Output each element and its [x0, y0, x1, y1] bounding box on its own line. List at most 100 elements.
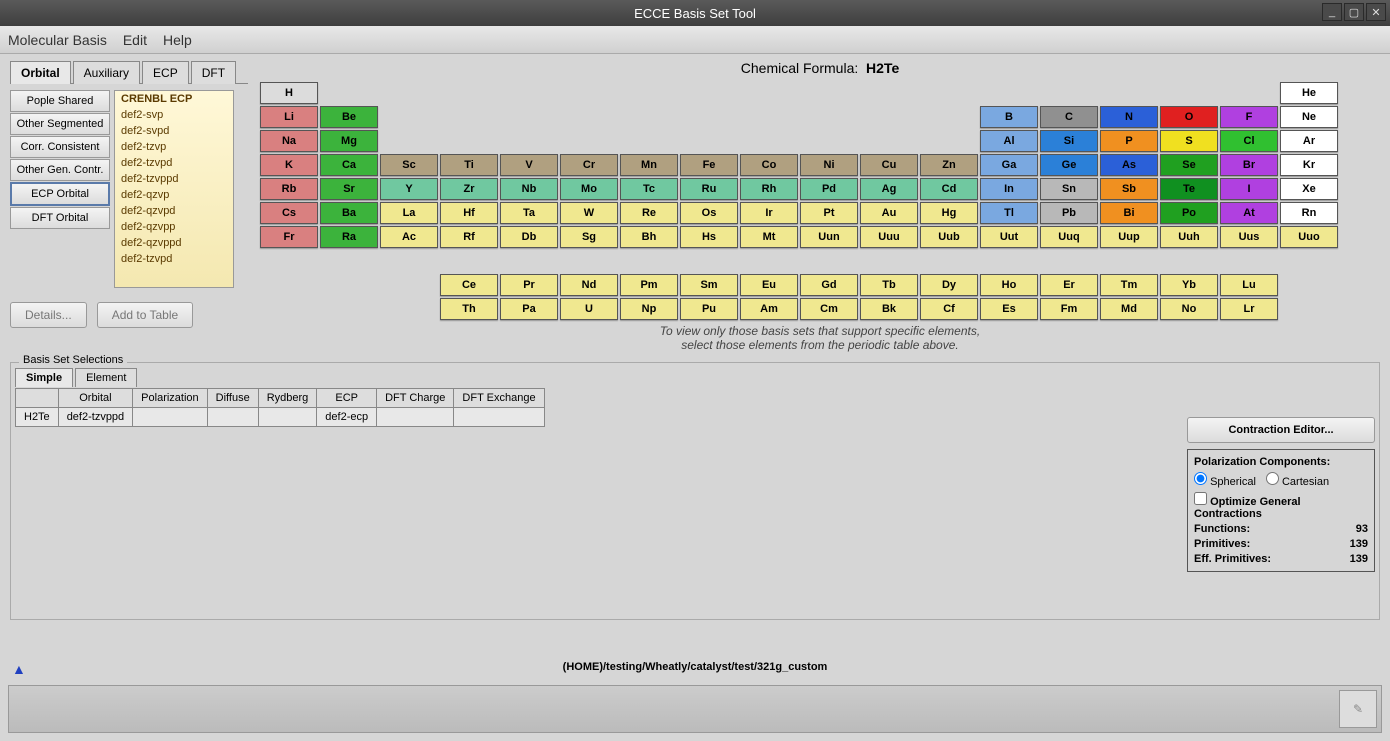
element-uus[interactable]: Uus [1220, 226, 1278, 248]
element-bk[interactable]: Bk [860, 298, 918, 320]
tab-auxiliary[interactable]: Auxiliary [73, 61, 140, 84]
element-i[interactable]: I [1220, 178, 1278, 200]
element-s[interactable]: S [1160, 130, 1218, 152]
element-xe[interactable]: Xe [1280, 178, 1338, 200]
element-hs[interactable]: Hs [680, 226, 738, 248]
basis-item[interactable]: def2-tzvpd [115, 155, 233, 171]
element-f[interactable]: F [1220, 106, 1278, 128]
element-he[interactable]: He [1280, 82, 1338, 104]
element-pr[interactable]: Pr [500, 274, 558, 296]
element-bi[interactable]: Bi [1100, 202, 1158, 224]
element-uuh[interactable]: Uuh [1160, 226, 1218, 248]
element-md[interactable]: Md [1100, 298, 1158, 320]
element-zn[interactable]: Zn [920, 154, 978, 176]
feather-icon[interactable]: ✎ [1339, 690, 1377, 728]
element-lu[interactable]: Lu [1220, 274, 1278, 296]
category-dft-orbital[interactable]: DFT Orbital [10, 207, 110, 229]
element-ba[interactable]: Ba [320, 202, 378, 224]
element-no[interactable]: No [1160, 298, 1218, 320]
element-uuu[interactable]: Uuu [860, 226, 918, 248]
element-ir[interactable]: Ir [740, 202, 798, 224]
element-mn[interactable]: Mn [620, 154, 678, 176]
element-pb[interactable]: Pb [1040, 202, 1098, 224]
element-sc[interactable]: Sc [380, 154, 438, 176]
element-al[interactable]: Al [980, 130, 1038, 152]
table-cell[interactable]: H2Te [16, 408, 59, 427]
menu-help[interactable]: Help [163, 32, 192, 48]
category-ecp-orbital[interactable]: ECP Orbital [10, 182, 110, 206]
element-ra[interactable]: Ra [320, 226, 378, 248]
element-uun[interactable]: Uun [800, 226, 858, 248]
element-er[interactable]: Er [1040, 274, 1098, 296]
element-rf[interactable]: Rf [440, 226, 498, 248]
element-ce[interactable]: Ce [440, 274, 498, 296]
element-ar[interactable]: Ar [1280, 130, 1338, 152]
element-nd[interactable]: Nd [560, 274, 618, 296]
element-ti[interactable]: Ti [440, 154, 498, 176]
element-as[interactable]: As [1100, 154, 1158, 176]
element-uup[interactable]: Uup [1100, 226, 1158, 248]
tab-ecp[interactable]: ECP [142, 61, 189, 84]
element-h[interactable]: H [260, 82, 318, 104]
element-yb[interactable]: Yb [1160, 274, 1218, 296]
basis-item[interactable]: def2-qzvppd [115, 235, 233, 251]
element-y[interactable]: Y [380, 178, 438, 200]
element-w[interactable]: W [560, 202, 618, 224]
element-k[interactable]: K [260, 154, 318, 176]
element-os[interactable]: Os [680, 202, 738, 224]
basis-item[interactable]: def2-svp [115, 107, 233, 123]
element-n[interactable]: N [1100, 106, 1158, 128]
tab-dft[interactable]: DFT [191, 61, 236, 84]
element-se[interactable]: Se [1160, 154, 1218, 176]
element-b[interactable]: B [980, 106, 1038, 128]
element-uuq[interactable]: Uuq [1040, 226, 1098, 248]
element-fm[interactable]: Fm [1040, 298, 1098, 320]
optimize-checkbox[interactable]: Optimize General Contractions [1194, 496, 1301, 520]
minimize-button[interactable]: _ [1322, 3, 1342, 21]
element-sm[interactable]: Sm [680, 274, 738, 296]
element-sn[interactable]: Sn [1040, 178, 1098, 200]
details-button[interactable]: Details... [10, 302, 87, 328]
element-zr[interactable]: Zr [440, 178, 498, 200]
category-other-gen-contr-[interactable]: Other Gen. Contr. [10, 159, 110, 181]
element-p[interactable]: P [1100, 130, 1158, 152]
element-o[interactable]: O [1160, 106, 1218, 128]
element-dy[interactable]: Dy [920, 274, 978, 296]
element-fe[interactable]: Fe [680, 154, 738, 176]
element-tm[interactable]: Tm [1100, 274, 1158, 296]
element-pa[interactable]: Pa [500, 298, 558, 320]
basis-item[interactable]: def2-tzvpd [115, 251, 233, 267]
element-rh[interactable]: Rh [740, 178, 798, 200]
spherical-radio[interactable]: Spherical [1194, 472, 1256, 488]
element-be[interactable]: Be [320, 106, 378, 128]
tab-orbital[interactable]: Orbital [10, 61, 71, 84]
element-hg[interactable]: Hg [920, 202, 978, 224]
seltab-element[interactable]: Element [75, 368, 137, 387]
element-la[interactable]: La [380, 202, 438, 224]
basis-set-list[interactable]: CRENBL ECPdef2-svpdef2-svpddef2-tzvpdef2… [114, 90, 234, 288]
basis-item[interactable]: def2-qzvpp [115, 219, 233, 235]
basis-item[interactable]: def2-qzvp [115, 187, 233, 203]
category-other-segmented[interactable]: Other Segmented [10, 113, 110, 135]
element-uut[interactable]: Uut [980, 226, 1038, 248]
element-ga[interactable]: Ga [980, 154, 1038, 176]
menu-molecular-basis[interactable]: Molecular Basis [8, 32, 107, 48]
category-pople-shared[interactable]: Pople Shared [10, 90, 110, 112]
element-pu[interactable]: Pu [680, 298, 738, 320]
element-rb[interactable]: Rb [260, 178, 318, 200]
element-uuo[interactable]: Uuo [1280, 226, 1338, 248]
element-cd[interactable]: Cd [920, 178, 978, 200]
element-bh[interactable]: Bh [620, 226, 678, 248]
element-na[interactable]: Na [260, 130, 318, 152]
element-u[interactable]: U [560, 298, 618, 320]
element-sr[interactable]: Sr [320, 178, 378, 200]
table-cell[interactable]: def2-ecp [317, 408, 377, 427]
element-am[interactable]: Am [740, 298, 798, 320]
element-br[interactable]: Br [1220, 154, 1278, 176]
element-rn[interactable]: Rn [1280, 202, 1338, 224]
element-mt[interactable]: Mt [740, 226, 798, 248]
element-pd[interactable]: Pd [800, 178, 858, 200]
element-sg[interactable]: Sg [560, 226, 618, 248]
seltab-simple[interactable]: Simple [15, 368, 73, 387]
element-fr[interactable]: Fr [260, 226, 318, 248]
